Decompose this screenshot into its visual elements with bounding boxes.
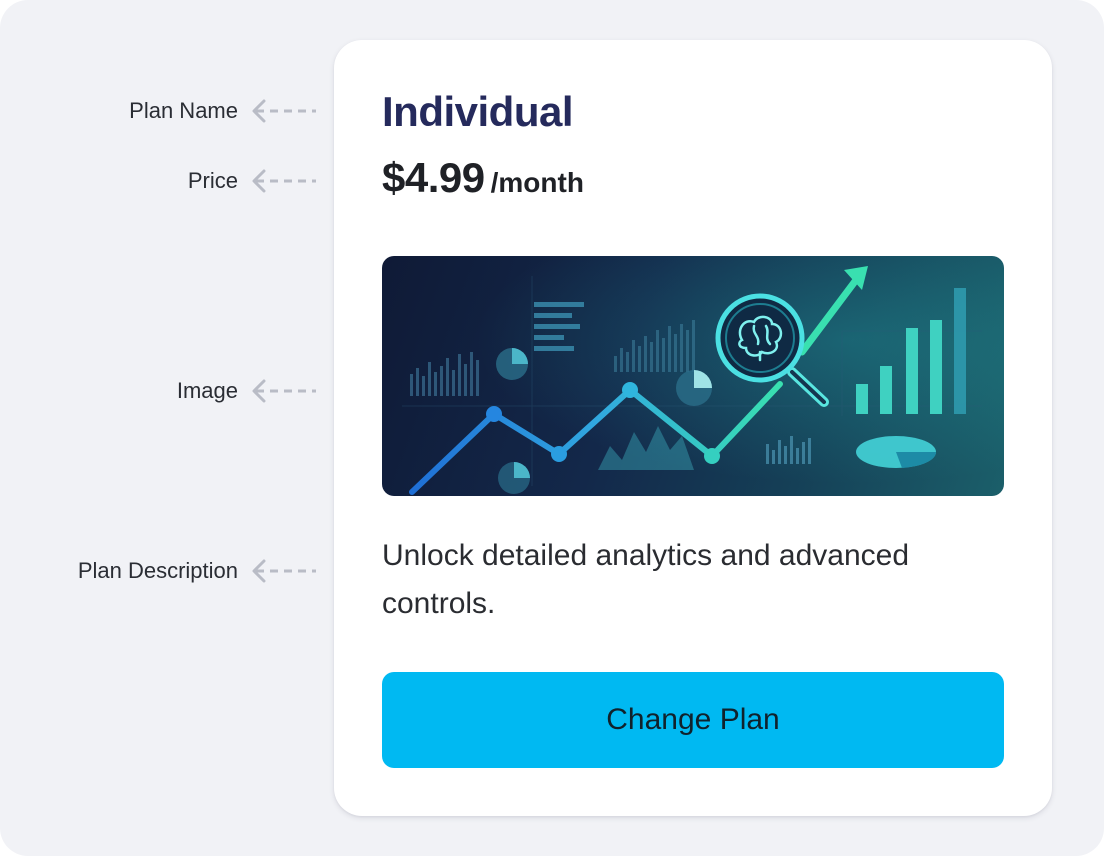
price-period: /month bbox=[490, 167, 584, 198]
plan-image bbox=[382, 256, 1004, 496]
annotation-plan-name: Plan Name bbox=[129, 96, 320, 126]
arrow-left-icon bbox=[252, 559, 316, 583]
analytics-illustration bbox=[382, 256, 1004, 496]
arrow-left-icon bbox=[252, 99, 316, 123]
annotation-label: Price bbox=[187, 168, 238, 193]
plan-name: Individual bbox=[382, 88, 574, 135]
page-background: Plan Name Price Image Plan Description I… bbox=[0, 0, 1104, 856]
annotation-label: Plan Description bbox=[77, 558, 238, 583]
annotation-label: Image bbox=[176, 378, 238, 403]
plan-card: Individual $4.99 /month Unlock detailed … bbox=[334, 40, 1052, 816]
price: $4.99 /month bbox=[382, 154, 584, 202]
arrow-left-icon bbox=[252, 169, 316, 193]
annotation-image: Image bbox=[177, 376, 320, 406]
arrow-left-icon bbox=[252, 379, 316, 403]
change-plan-button[interactable]: Change Plan bbox=[382, 672, 1004, 768]
annotation-plan-description: Plan Description bbox=[78, 556, 320, 586]
annotation-label: Plan Name bbox=[129, 98, 238, 123]
price-amount: $4.99 bbox=[382, 154, 485, 201]
annotation-price: Price bbox=[188, 166, 320, 196]
plan-description: Unlock detailed analytics and advanced c… bbox=[382, 539, 910, 620]
